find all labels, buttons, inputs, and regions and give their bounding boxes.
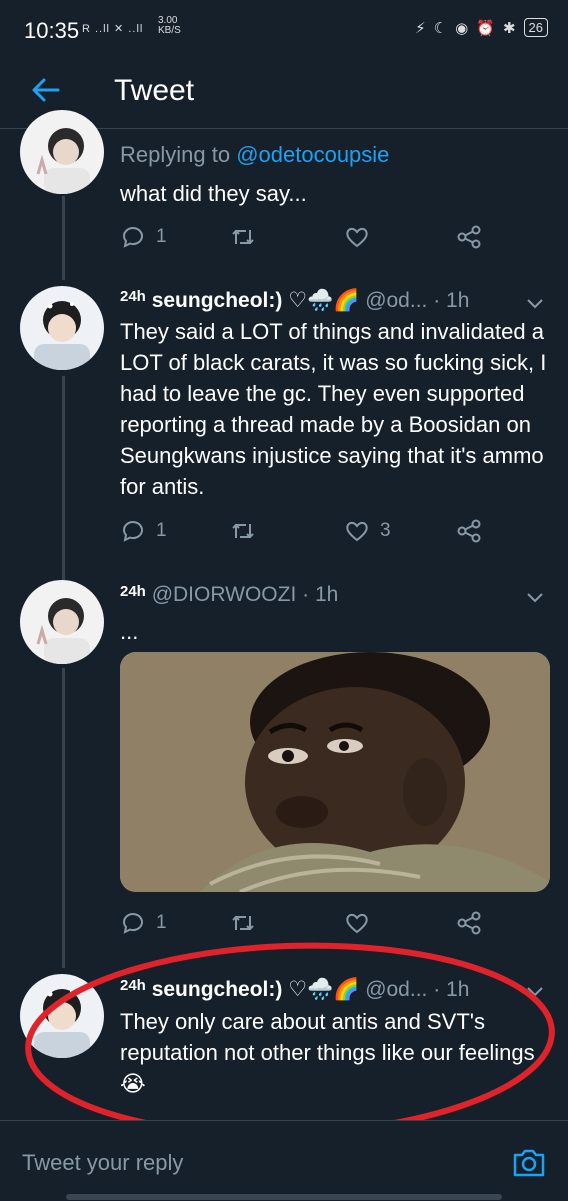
avatar[interactable] [20, 286, 104, 370]
reply-composer [0, 1120, 568, 1201]
status-icons: ⚡ ☾ ◉ ⏰ ✱ 26 [415, 18, 548, 37]
battery-icon: 26 [523, 18, 548, 37]
reply-button[interactable]: 1 [120, 514, 167, 548]
retweet-button[interactable] [230, 220, 256, 254]
chevron-down-icon[interactable] [524, 292, 546, 314]
tweet-meta: 24h seungcheol:) ♡🌧️🌈 @od... · 1h [120, 977, 469, 1002]
reply-button[interactable]: 1 [120, 906, 167, 940]
share-icon [457, 519, 481, 543]
page-title: Tweet [114, 74, 195, 107]
retweet-icon [232, 523, 254, 539]
tweet-meta: 24h seungcheol:) ♡🌧️🌈 @od... · 1h [120, 288, 469, 313]
avatar[interactable] [20, 580, 104, 664]
share-button[interactable] [456, 514, 482, 548]
chevron-down-icon[interactable] [524, 980, 546, 1002]
handle-time: @od... · 1h [365, 289, 470, 312]
display-name[interactable]: seungcheol:) ♡🌧️🌈 [152, 289, 360, 312]
reply-icon [122, 913, 143, 934]
handle-time: @od... · 1h [365, 978, 470, 1001]
retweet-button[interactable] [230, 514, 256, 548]
tweet-meta: 24h @DIORWOOZI · 1h [120, 583, 338, 607]
tweet-actions: 1 [120, 906, 490, 940]
thread-line [62, 196, 65, 280]
like-button[interactable] [344, 906, 370, 940]
status-time: 10:35 [24, 18, 80, 43]
fleet-badge: 24h [120, 288, 146, 305]
share-icon [457, 225, 481, 249]
thread-line [62, 668, 65, 968]
tweet-text: ... [120, 619, 139, 644]
heart-icon [346, 227, 368, 248]
reply-button[interactable]: 1 [120, 220, 167, 254]
heart-icon [346, 913, 368, 934]
lock-icon: ◉ [455, 19, 469, 37]
display-name[interactable]: seungcheol:) ♡🌧️🌈 [152, 978, 360, 1001]
vibrate-icon: ⚡ [415, 19, 426, 37]
like-button[interactable] [344, 220, 370, 254]
share-button[interactable] [456, 220, 482, 254]
moon-icon: ☾ [433, 19, 448, 37]
retweet-button[interactable] [230, 906, 256, 940]
reply-icon [122, 227, 143, 248]
tweet-text: what did they say... [120, 181, 307, 206]
share-button[interactable] [456, 906, 482, 940]
replying-handle-link[interactable]: @odetocoupsie [236, 142, 389, 167]
bottom-handle [66, 1194, 502, 1200]
handle-time[interactable]: @DIORWOOZI · 1h [152, 583, 339, 606]
alarm-icon: ⏰ [476, 19, 495, 37]
tweet-actions: 1 3 [120, 514, 490, 548]
heart-icon [346, 521, 368, 542]
retweet-icon [232, 915, 254, 931]
fleet-badge: 24h [120, 583, 146, 600]
retweet-icon [232, 229, 254, 245]
avatar[interactable] [20, 110, 104, 194]
fleet-badge: 24h [120, 977, 146, 994]
tweet-media-image[interactable] [120, 652, 550, 892]
network-speed: 3.00 KB/S [158, 16, 181, 36]
status-bar: 10:35 R ..ll ✕ ..ll 3.00 KB/S ⚡ ☾ ◉ ⏰ ✱ … [0, 0, 568, 56]
like-count: 3 [380, 520, 391, 541]
chevron-down-icon[interactable] [524, 586, 546, 608]
like-button[interactable]: 3 [344, 514, 391, 548]
reply-count: 1 [156, 912, 167, 933]
reply-icon [122, 521, 143, 542]
reply-count: 1 [156, 520, 167, 541]
camera-icon[interactable] [510, 1143, 548, 1181]
avatar[interactable] [20, 974, 104, 1058]
network-speed-unit: KB/S [158, 25, 181, 36]
tweet-actions: 1 [120, 220, 490, 254]
bluetooth-icon: ✱ [502, 19, 516, 37]
thread-line [62, 376, 65, 580]
tweet-text: They said a LOT of things and invalidate… [120, 319, 547, 499]
share-icon [457, 911, 481, 935]
replying-label: Replying to [120, 142, 231, 167]
tweet-text: They only care about antis and SVT's rep… [120, 1009, 535, 1096]
replying-to: Replying to @odetocoupsie [120, 142, 389, 168]
signal-icon: R ..ll ✕ ..ll [82, 23, 144, 35]
reply-count: 1 [156, 226, 167, 247]
reply-input[interactable] [20, 1149, 464, 1177]
back-arrow-icon[interactable] [28, 72, 64, 108]
